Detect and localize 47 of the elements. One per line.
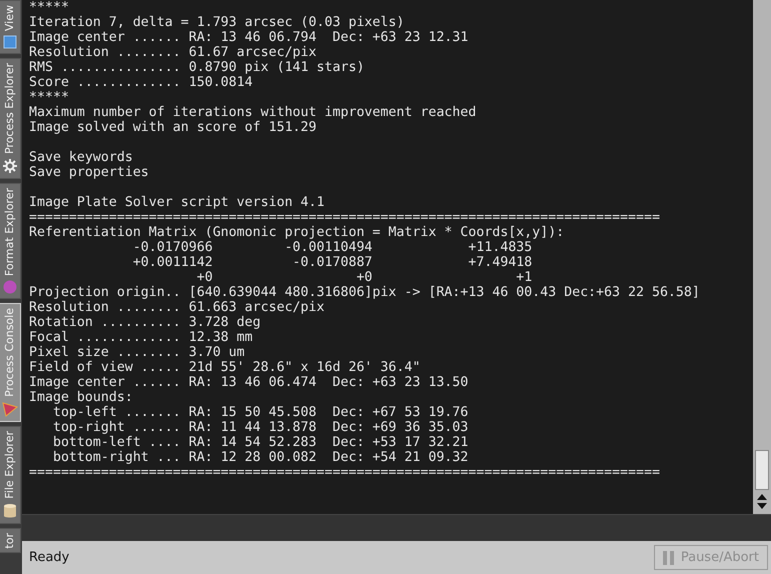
console-line: Maximum number of iterations without improvement reached [29,105,476,120]
console-line: =============================================================================== [29,210,660,225]
console-line: RMS ............... 0.8790 pix (141 stars) [29,60,364,75]
gear-icon [2,158,18,174]
console-line: top-left ....... RA: 15 50 45.508 Dec: +67 53 19.76 [52,405,468,420]
console-line: Resolution ........ 61.67 arcsec/pix [29,45,317,60]
console-line: Image solved with an score of 151.29 [29,120,317,135]
console-line: =============================================================================== [29,465,660,480]
console-line: Focal ............. 12.38 mm [29,330,253,345]
console-line: Resolution ........ 61.663 arcsec/pix [29,300,325,315]
sidebar-tab[interactable]: Process Explorer [0,58,21,180]
console-line: Field of view ..... 21d 55' 28.6" x 16d 26' 36.4" [29,360,420,375]
sidebar-tab[interactable]: Process Console [0,303,21,422]
console-line: top-right ...... RA: 11 44 13.878 Dec: +69 36 35.03 [52,420,468,435]
console-line: Score ............. 150.0814 [29,75,253,90]
console-line: Save keywords [29,150,133,165]
up-arrow-icon[interactable] [757,493,767,500]
sidebar-tab[interactable]: File Explorer [0,426,21,524]
scroll-thumb[interactable] [755,450,769,490]
console-line: +0 +0 +1 [196,270,532,285]
console-line: Iteration 7, delta = 1.793 arcsec (0.03 pixels) [29,15,404,30]
console-line: bottom-left .... RA: 14 54 52.283 Dec: +53 17 32.21 [52,435,468,450]
console-line: ***** [29,0,69,15]
scrollbar[interactable] [753,0,771,514]
console-line: Rotation .......... 3.728 deg [29,315,261,330]
console-line: Pixel size ........ 3.70 um [29,345,245,360]
console-line: Image bounds: [29,390,133,405]
console-line: bottom-right ... RA: 12 28 00.082 Dec: +54 21 09.32 [52,450,468,465]
status-text: Ready [29,550,70,565]
console-line: Image center ...... RA: 13 46 06.794 Dec: +63 23 12.31 [29,30,468,45]
triangle-icon [2,401,18,418]
drum-icon [3,502,17,519]
down-arrow-icon[interactable] [757,503,767,510]
sidebar-tab[interactable]: tor [0,528,21,554]
sidebar-tab[interactable]: View [0,0,21,54]
console-line: Save properties [29,165,149,180]
console-line: Image center ...... RA: 13 46 06.474 Dec: +63 23 13.50 [29,375,468,390]
console-line: Image Plate Solver script version 4.1 [29,195,325,210]
console-line: -0.0170966 -0.00110494 +11.4835 [132,240,532,255]
circle-icon [3,280,17,294]
pause-icon [662,550,675,564]
console-line: Projection origin.. [640.639044 480.316806]pix -> [RA:+13 46 00.43 Dec:+63 22 56.58] [29,285,700,300]
console-line: ***** [29,90,69,105]
console-line: Referentiation Matrix (Gnomonic projection = Matrix * Coords[x,y]): [29,225,564,240]
square-icon [3,35,17,50]
sidebar-tab[interactable]: Format Explorer [0,183,21,300]
console-line: +0.0011142 -0.0170887 +7.49418 [132,255,532,270]
